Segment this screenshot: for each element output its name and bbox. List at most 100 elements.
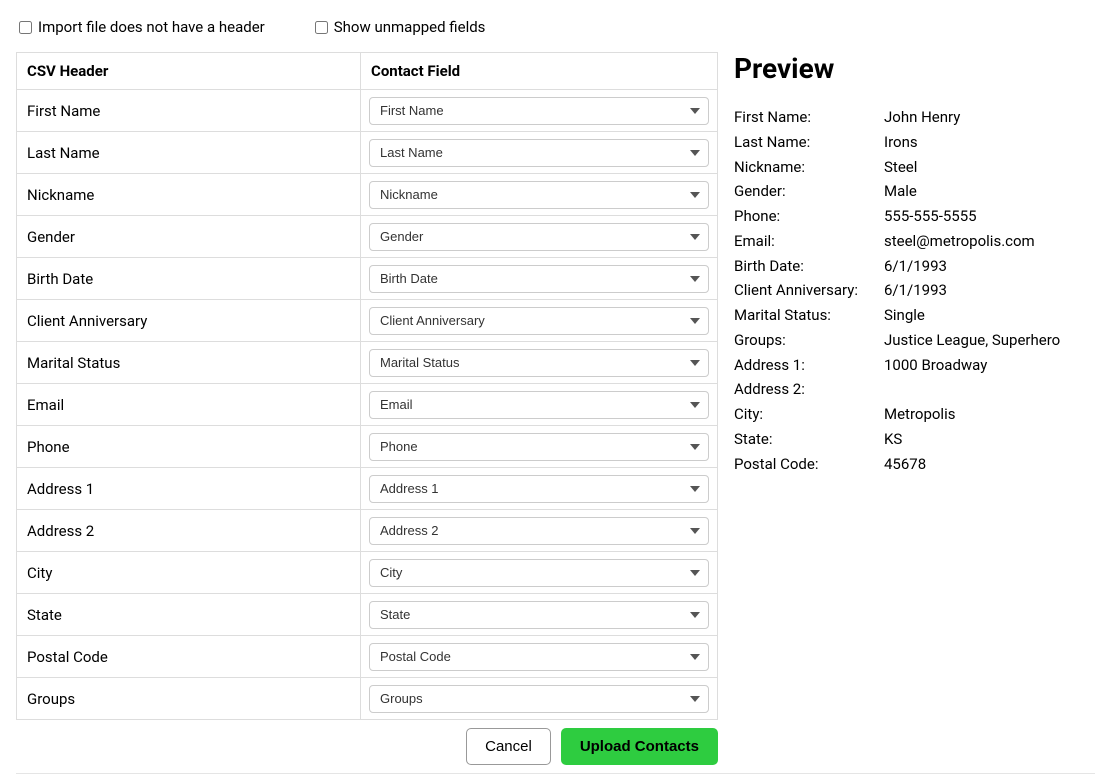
contact-field-select[interactable]: State xyxy=(369,601,709,629)
show-unmapped-checkbox-wrap[interactable]: Show unmapped fields xyxy=(315,18,486,36)
csv-header-cell: Last Name xyxy=(17,132,361,174)
preview-value: 555-555-5555 xyxy=(884,206,1095,228)
preview-value: Justice League, Superhero xyxy=(884,330,1095,352)
contact-field-select[interactable]: Groups xyxy=(369,685,709,713)
contact-field-select[interactable]: Birth Date xyxy=(369,265,709,293)
preview-value: Single xyxy=(884,305,1095,327)
preview-row: Nickname:Steel xyxy=(734,157,1095,179)
contact-field-cell: Gender xyxy=(361,216,718,258)
csv-header-cell: Groups xyxy=(17,678,361,720)
preview-label: Birth Date: xyxy=(734,256,884,278)
csv-header-cell: Gender xyxy=(17,216,361,258)
preview-label: First Name: xyxy=(734,107,884,129)
upload-contacts-button[interactable]: Upload Contacts xyxy=(561,728,718,765)
preview-label: Postal Code: xyxy=(734,454,884,476)
contact-field-select[interactable]: Client Anniversary xyxy=(369,307,709,335)
preview-row: First Name:John Henry xyxy=(734,107,1095,129)
preview-label: Nickname: xyxy=(734,157,884,179)
preview-title: Preview xyxy=(734,52,1095,85)
preview-value: 6/1/1993 xyxy=(884,280,1095,302)
contact-field-select[interactable]: First Name xyxy=(369,97,709,125)
contact-field-select[interactable]: Postal Code xyxy=(369,643,709,671)
mapping-table: CSV Header Contact Field First NameFirst… xyxy=(16,52,718,720)
table-row: Birth Date Birth Date xyxy=(17,258,718,300)
table-row: State State xyxy=(17,594,718,636)
preview-label: Address 1: xyxy=(734,355,884,377)
table-row: Client AnniversaryClient Anniversary xyxy=(17,300,718,342)
preview-row: Phone:555-555-5555 xyxy=(734,206,1095,228)
preview-value: Metropolis xyxy=(884,404,1095,426)
contact-field-cell: Postal Code xyxy=(361,636,718,678)
preview-label: Groups: xyxy=(734,330,884,352)
contact-field-select[interactable]: Address 1 xyxy=(369,475,709,503)
no-header-checkbox[interactable] xyxy=(19,21,32,34)
no-header-label: Import file does not have a header xyxy=(38,18,265,36)
csv-header-cell: Email xyxy=(17,384,361,426)
form-actions: Cancel Upload Contacts xyxy=(16,728,718,765)
csv-header-col: CSV Header xyxy=(17,53,361,90)
contact-field-cell: State xyxy=(361,594,718,636)
preview-label: Email: xyxy=(734,231,884,253)
csv-header-cell: First Name xyxy=(17,90,361,132)
show-unmapped-checkbox[interactable] xyxy=(315,21,328,34)
mapping-area: CSV Header Contact Field First NameFirst… xyxy=(16,52,718,773)
contact-field-cell: Address 1 xyxy=(361,468,718,510)
preview-row: Address 1:1000 Broadway xyxy=(734,355,1095,377)
csv-header-cell: Nickname xyxy=(17,174,361,216)
contact-field-col: Contact Field xyxy=(361,53,718,90)
contact-field-select[interactable]: City xyxy=(369,559,709,587)
preview-row: Gender:Male xyxy=(734,181,1095,203)
preview-value xyxy=(884,379,1095,401)
contact-field-cell: City xyxy=(361,552,718,594)
preview-row: Postal Code:45678 xyxy=(734,454,1095,476)
cancel-button[interactable]: Cancel xyxy=(466,728,551,765)
csv-header-cell: Address 2 xyxy=(17,510,361,552)
import-options: Import file does not have a header Show … xyxy=(16,18,1095,36)
table-row: Last Name Last Name xyxy=(17,132,718,174)
contact-field-cell: Client Anniversary xyxy=(361,300,718,342)
table-row: First Name First Name xyxy=(17,90,718,132)
table-row: Email Email xyxy=(17,384,718,426)
preview-row: Birth Date:6/1/1993 xyxy=(734,256,1095,278)
table-row: Nickname Nickname xyxy=(17,174,718,216)
table-row: Postal CodePostal Code xyxy=(17,636,718,678)
preview-label: Phone: xyxy=(734,206,884,228)
table-row: City City xyxy=(17,552,718,594)
preview-value: Steel xyxy=(884,157,1095,179)
preview-value: steel@metropolis.com xyxy=(884,231,1095,253)
contact-field-select[interactable]: Gender xyxy=(369,223,709,251)
contact-field-select[interactable]: Email xyxy=(369,391,709,419)
table-row: Groups Groups xyxy=(17,678,718,720)
preview-row: Address 2: xyxy=(734,379,1095,401)
preview-row: Client Anniversary:6/1/1993 xyxy=(734,280,1095,302)
preview-row: Groups:Justice League, Superhero xyxy=(734,330,1095,352)
csv-header-cell: City xyxy=(17,552,361,594)
preview-row: Last Name:Irons xyxy=(734,132,1095,154)
contact-field-cell: Nickname xyxy=(361,174,718,216)
preview-body: First Name:John HenryLast Name:IronsNick… xyxy=(734,107,1095,475)
preview-value: 45678 xyxy=(884,454,1095,476)
contact-field-select[interactable]: Last Name xyxy=(369,139,709,167)
preview-label: Address 2: xyxy=(734,379,884,401)
preview-row: State:KS xyxy=(734,429,1095,451)
table-row: Address 1Address 1 xyxy=(17,468,718,510)
contact-field-cell: Groups xyxy=(361,678,718,720)
contact-field-select[interactable]: Nickname xyxy=(369,181,709,209)
table-row: Phone Phone xyxy=(17,426,718,468)
csv-header-cell: Birth Date xyxy=(17,258,361,300)
preview-value: 6/1/1993 xyxy=(884,256,1095,278)
contact-field-select[interactable]: Marital Status xyxy=(369,349,709,377)
preview-label: Client Anniversary: xyxy=(734,280,884,302)
contact-field-cell: Birth Date xyxy=(361,258,718,300)
preview-label: Last Name: xyxy=(734,132,884,154)
contact-field-select[interactable]: Address 2 xyxy=(369,517,709,545)
csv-header-cell: Phone xyxy=(17,426,361,468)
preview-row: Marital Status:Single xyxy=(734,305,1095,327)
preview-value: John Henry xyxy=(884,107,1095,129)
preview-value: Irons xyxy=(884,132,1095,154)
csv-header-cell: State xyxy=(17,594,361,636)
contact-field-select[interactable]: Phone xyxy=(369,433,709,461)
no-header-checkbox-wrap[interactable]: Import file does not have a header xyxy=(19,18,265,36)
preview-value: KS xyxy=(884,429,1095,451)
preview-row: City:Metropolis xyxy=(734,404,1095,426)
